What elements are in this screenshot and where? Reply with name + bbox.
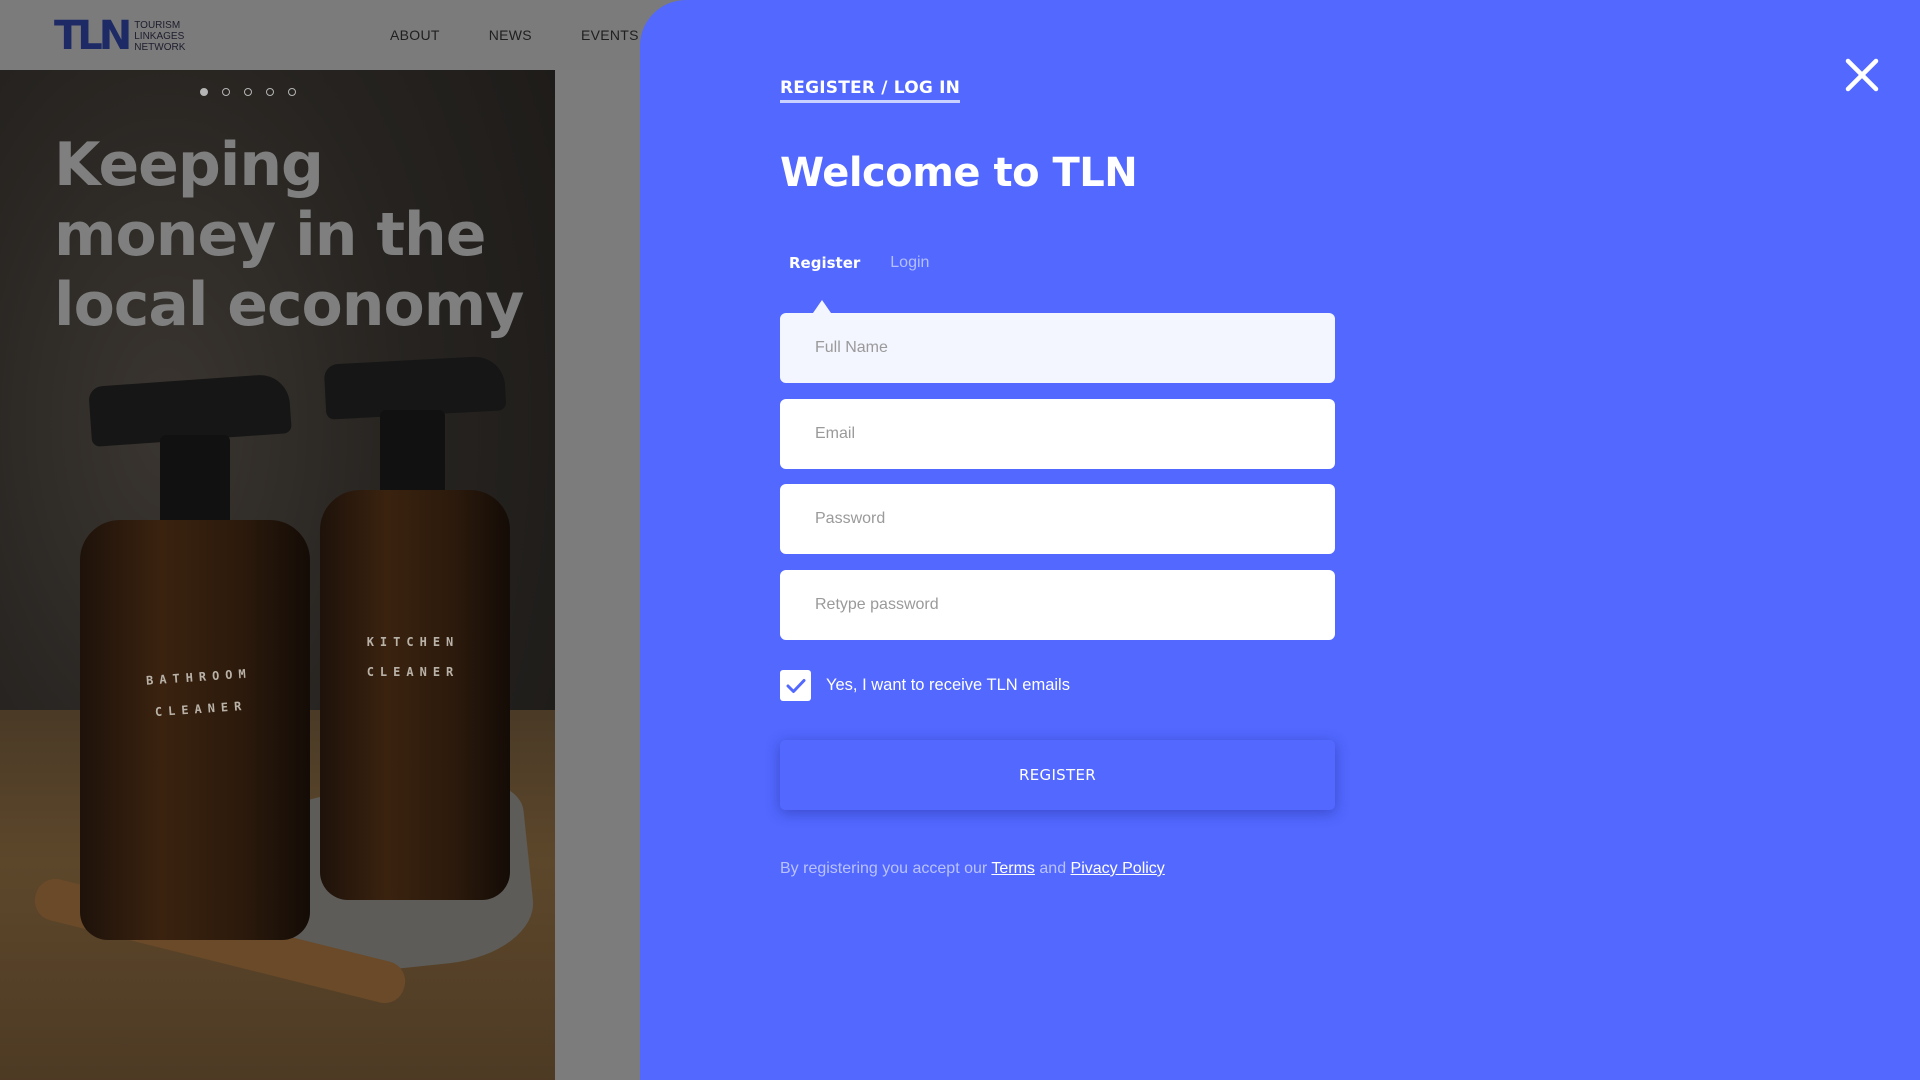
- hero-bottle-kitchen: KITCHEN CLEANER: [320, 355, 510, 900]
- close-icon-glyph: [1845, 58, 1879, 92]
- slider-dot[interactable]: [200, 88, 208, 96]
- bottle-neck: [160, 435, 230, 525]
- logo-text: TOURISM LINKAGES NETWORK: [134, 20, 185, 53]
- slider-dot[interactable]: [244, 88, 252, 96]
- opt-in-label: Yes, I want to receive TLN emails: [826, 676, 1070, 694]
- full-name-field[interactable]: [780, 313, 1335, 383]
- tab-login[interactable]: Login: [881, 250, 938, 276]
- checkmark-icon: [786, 678, 805, 693]
- email-opt-in[interactable]: Yes, I want to receive TLN emails: [780, 670, 1070, 701]
- slider-dot[interactable]: [288, 88, 296, 96]
- main-nav: ABOUT NEWS EVENTS: [390, 27, 639, 43]
- bottle-body: [320, 490, 510, 900]
- logo-mark: TLN: [54, 13, 132, 59]
- nav-item-events[interactable]: EVENTS: [581, 27, 639, 43]
- close-icon[interactable]: [1842, 55, 1882, 95]
- hero-title: Keeping money in the local economy: [54, 130, 524, 340]
- bottle-label: KITCHEN CLEANER: [338, 635, 488, 679]
- legal-and: and: [1039, 860, 1067, 877]
- logo-text-line: LINKAGES: [134, 30, 185, 42]
- panel-eyebrow: REGISTER / LOG IN: [780, 78, 961, 103]
- register-button[interactable]: REGISTER: [780, 740, 1335, 810]
- bottle-label-line: CLEANER: [366, 665, 460, 679]
- active-tab-caret: [813, 300, 831, 313]
- nav-item-about[interactable]: ABOUT: [390, 27, 440, 43]
- legal-text: By registering you accept our Terms and …: [780, 860, 1165, 878]
- bottle-label-line: KITCHEN: [366, 635, 460, 649]
- tab-register[interactable]: Register: [780, 250, 869, 276]
- password-field[interactable]: [780, 484, 1335, 554]
- logo-text-line: NETWORK: [134, 41, 186, 53]
- opt-in-checkbox[interactable]: [780, 670, 811, 701]
- slider-dot[interactable]: [266, 88, 274, 96]
- terms-link[interactable]: Terms: [991, 860, 1035, 877]
- hero-bottle-bathroom: BATHROOM CLEANER: [80, 373, 310, 940]
- hero-slider: BATHROOM CLEANER KITCHEN CLEANER Keeping…: [0, 70, 555, 1080]
- page-content-dimmed: [555, 70, 640, 1080]
- legal-prefix: By registering you accept our: [780, 860, 988, 877]
- site-logo[interactable]: TLN TOURISM LINKAGES NETWORK: [54, 16, 185, 56]
- bottle-neck: [380, 410, 445, 495]
- email-field[interactable]: [780, 399, 1335, 469]
- retype-password-field[interactable]: [780, 570, 1335, 640]
- slider-dots: [200, 88, 296, 96]
- nav-item-news[interactable]: NEWS: [489, 27, 532, 43]
- logo-text-line: TOURISM: [134, 19, 181, 31]
- auth-tabs: Register Login: [780, 250, 938, 276]
- slider-dot[interactable]: [222, 88, 230, 96]
- privacy-policy-link[interactable]: Pivacy Policy: [1071, 860, 1165, 877]
- bottle-body: [80, 520, 310, 940]
- page-title: Welcome to TLN: [780, 150, 1138, 196]
